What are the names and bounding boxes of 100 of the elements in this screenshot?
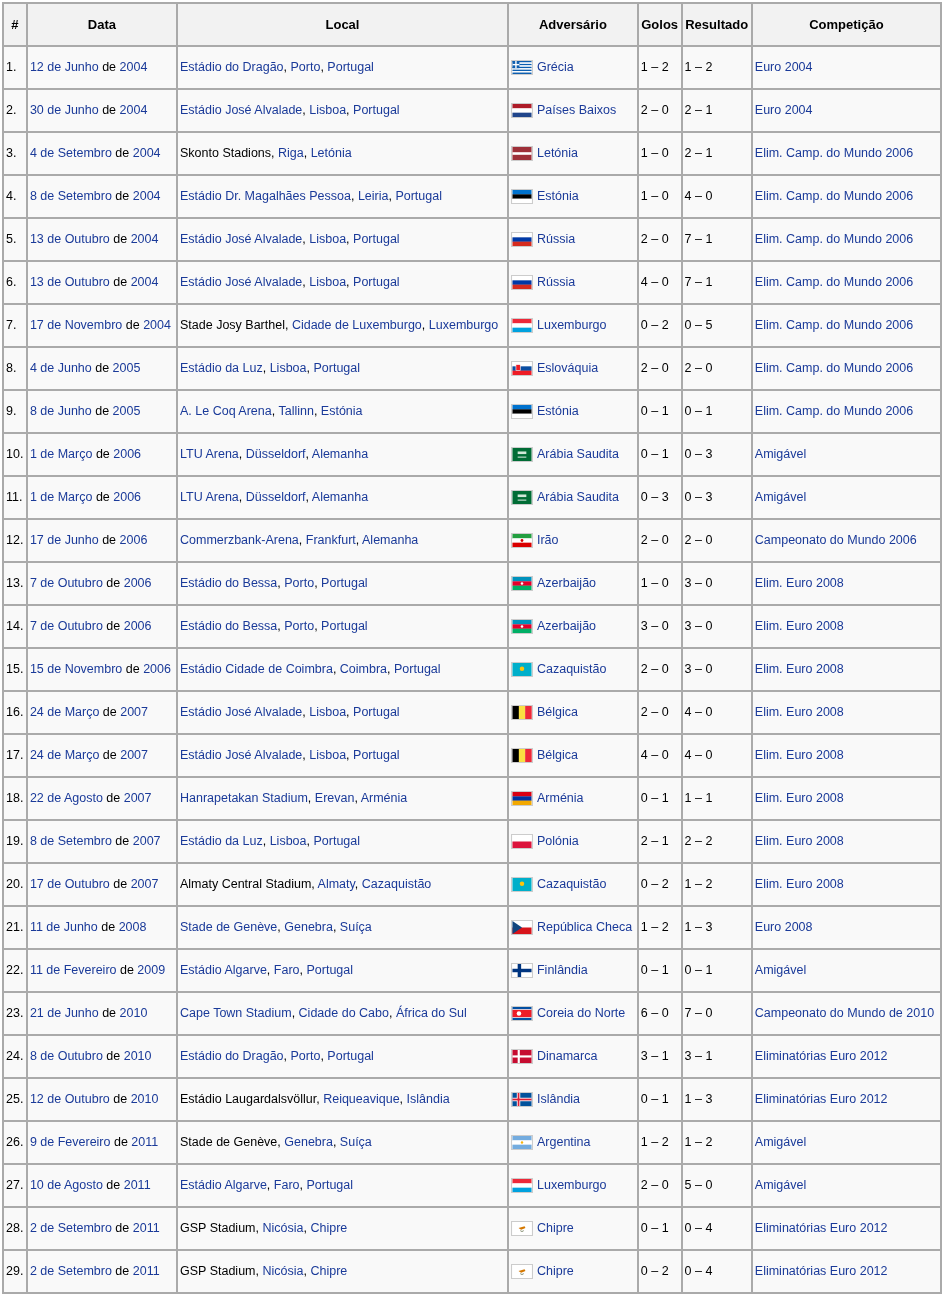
link[interactable]: 2006 [123,576,152,591]
link[interactable]: Riga [278,146,304,161]
link[interactable]: 11 de Fevereiro [29,963,117,978]
link[interactable]: Portugal [321,576,368,591]
link[interactable]: 30 de Junho [29,103,99,118]
link[interactable]: Estónia [320,404,363,419]
link[interactable]: Elim. Euro 2008 [754,834,844,849]
link[interactable]: Cazaquistão [537,662,607,677]
link[interactable]: 2004 [132,146,161,161]
link[interactable]: 12 de Junho [29,60,99,75]
link[interactable]: Genebra [284,1135,333,1150]
link[interactable]: 11 de Junho [29,920,98,935]
link[interactable]: 2011 [123,1178,151,1193]
link[interactable]: Portugal [353,705,400,720]
link[interactable]: Cazaquistão [361,877,432,892]
link[interactable]: Estádio Algarve [180,1178,267,1193]
link[interactable]: Portugal [313,834,360,849]
link[interactable]: Chipre [537,1264,574,1279]
link[interactable]: Polónia [537,834,579,849]
link[interactable]: Portugal [353,748,400,763]
link[interactable]: Tallinn [278,404,314,419]
link[interactable]: 21 de Junho [29,1006,99,1021]
link[interactable]: Grécia [537,60,574,75]
link[interactable]: LTU Arena [180,447,239,462]
link[interactable]: Euro 2004 [754,60,813,75]
link[interactable]: Estádio da Luz [180,834,263,849]
link[interactable]: 2 de Setembro [29,1264,112,1279]
link[interactable]: Portugal [394,662,441,677]
link[interactable]: Estádio Dr. Magalhães Pessoa [180,189,351,204]
link[interactable]: Bélgica [537,748,578,763]
link[interactable]: Chipre [310,1221,348,1236]
link[interactable]: 4 de Setembro [29,146,112,161]
link[interactable]: Portugal [353,103,400,118]
link[interactable]: 2006 [113,490,142,505]
link[interactable]: 2008 [118,920,147,935]
link[interactable]: Rússia [537,275,576,290]
link[interactable]: Elim. Euro 2008 [754,619,844,634]
link[interactable]: 2010 [119,1006,148,1021]
link[interactable]: 15 de Novembro [29,662,123,677]
link[interactable]: 2004 [130,275,159,290]
link[interactable]: Amigável [754,1178,807,1193]
link[interactable]: 2011 [132,1221,160,1236]
link[interactable]: Elim. Euro 2008 [754,877,844,892]
link[interactable]: Arménia [537,791,584,806]
link[interactable]: Portugal [321,619,368,634]
link[interactable]: 2005 [112,404,141,419]
link[interactable]: Euro 2004 [754,103,813,118]
link[interactable]: 7 de Outubro [29,619,103,634]
link[interactable]: 2005 [112,361,141,376]
link[interactable]: Luxemburgo [537,1178,607,1193]
link[interactable]: Faro [273,963,300,978]
link[interactable]: Islândia [537,1092,581,1107]
link[interactable]: Euro 2008 [754,920,813,935]
link[interactable]: 2006 [113,447,142,462]
link[interactable]: Bélgica [537,705,578,720]
link[interactable]: Letónia [537,146,578,161]
link[interactable]: 2007 [120,705,149,720]
link[interactable]: Elim. Euro 2008 [754,791,844,806]
link[interactable]: 2011 [132,1264,160,1279]
link[interactable]: Chipre [310,1264,348,1279]
link[interactable]: LTU Arena [180,490,239,505]
link[interactable]: 9 de Fevereiro [29,1135,111,1150]
link[interactable]: Alemanha [311,447,369,462]
link[interactable]: 22 de Agosto [29,791,103,806]
link[interactable]: Portugal [306,1178,354,1193]
link[interactable]: Alemanha [362,533,419,548]
link[interactable]: 12 de Outubro [29,1092,110,1107]
link[interactable]: Arménia [360,791,408,806]
link[interactable]: Azerbaijão [537,619,597,634]
link[interactable]: Irão [537,533,559,548]
link[interactable]: Elim. Euro 2008 [754,662,844,677]
link[interactable]: Argentina [537,1135,591,1150]
link[interactable]: Portugal [313,361,360,376]
link[interactable]: Portugal [327,1049,374,1064]
link[interactable]: Reiqueavique [323,1092,400,1107]
link[interactable]: 8 de Outubro [29,1049,103,1064]
link[interactable]: 2004 [130,232,159,247]
link[interactable]: 24 de Março [29,748,100,763]
link[interactable]: Amigável [754,963,807,978]
link[interactable]: Almaty [317,877,355,892]
link[interactable]: Faro [273,1178,300,1193]
link[interactable]: Portugal [327,60,374,75]
link[interactable]: 2006 [119,533,148,548]
link[interactable]: Amigável [754,447,807,462]
link[interactable]: 1 de Março [29,490,93,505]
link[interactable]: Azerbaijão [537,576,597,591]
link[interactable]: 13 de Outubro [29,232,110,247]
link[interactable]: Elim. Euro 2008 [754,748,844,763]
link[interactable]: Elim. Euro 2008 [754,705,844,720]
link[interactable]: 2007 [123,791,152,806]
link[interactable]: 17 de Junho [29,533,99,548]
link[interactable]: Portugal [353,275,400,290]
link[interactable]: Düsseldorf [245,447,306,462]
link[interactable]: 2004 [119,103,148,118]
link[interactable]: Amigável [754,1135,807,1150]
link[interactable]: 2 de Setembro [29,1221,112,1236]
link[interactable]: 2006 [123,619,152,634]
link[interactable]: Cazaquistão [537,877,607,892]
link[interactable]: Estónia [537,404,579,419]
link[interactable]: 24 de Março [29,705,100,720]
